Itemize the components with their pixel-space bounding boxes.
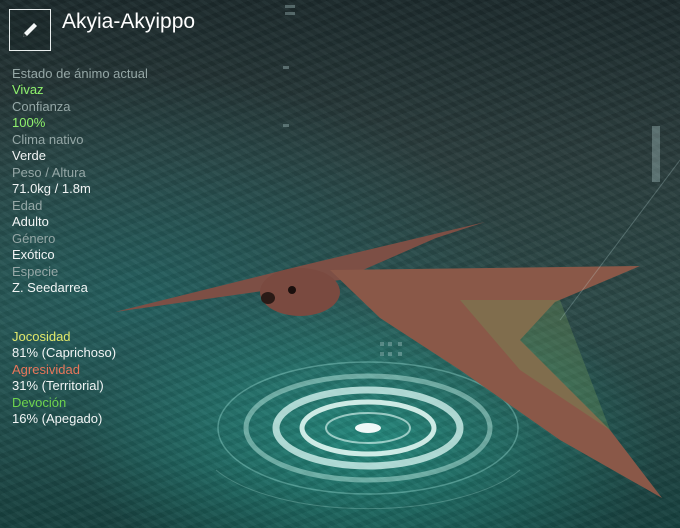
- stat-value: Exótico: [12, 246, 55, 262]
- trait-value: 31% (Territorial): [12, 377, 104, 393]
- edit-name-button[interactable]: [9, 9, 51, 51]
- stat-value: Adulto: [12, 213, 49, 229]
- stat-value: Vivaz: [12, 81, 44, 97]
- stat-mood: Estado de ánimo actual Vivaz: [12, 66, 272, 97]
- stat-value: 71.0kg / 1.8m: [12, 180, 91, 196]
- stat-label: Especie: [12, 264, 59, 279]
- stat-age: Edad Adulto: [12, 198, 272, 229]
- stat-label: Estado de ánimo actual: [12, 66, 148, 81]
- stat-label: Peso / Altura: [12, 165, 86, 180]
- pencil-icon: [23, 23, 37, 37]
- trait-label: Agresividad: [12, 362, 80, 377]
- stat-climate: Clima nativo Verde: [12, 132, 272, 163]
- hud-line: [559, 159, 680, 321]
- stat-label: Confianza: [12, 99, 71, 114]
- stat-value: Z. Seedarrea: [12, 279, 88, 295]
- traits-list: Jocosidad 81% (Caprichoso) Agresividad 3…: [12, 329, 272, 428]
- trait-playfulness: Jocosidad 81% (Caprichoso): [12, 329, 272, 360]
- trait-devotion: Devoción 16% (Apegado): [12, 395, 272, 426]
- trait-value: 81% (Caprichoso): [12, 344, 117, 360]
- stat-trust: Confianza 100%: [12, 99, 272, 130]
- stat-gender: Género Exótico: [12, 231, 272, 262]
- stat-label: Género: [12, 231, 56, 246]
- pal-header: Akyia-Akyippo: [9, 9, 195, 51]
- stat-label: Clima nativo: [12, 132, 84, 147]
- stat-value: Verde: [12, 147, 46, 163]
- stats-list: Estado de ánimo actual Vivaz Confianza 1…: [12, 66, 272, 297]
- stat-weight-height: Peso / Altura 71.0kg / 1.8m: [12, 165, 272, 196]
- stat-value: 100%: [12, 114, 46, 130]
- trait-value: 16% (Apegado): [12, 410, 103, 426]
- trait-label: Devoción: [12, 395, 67, 410]
- stat-species: Especie Z. Seedarrea: [12, 264, 272, 295]
- stat-label: Edad: [12, 198, 43, 213]
- pal-name: Akyia-Akyippo: [62, 10, 196, 33]
- trait-aggressiveness: Agresividad 31% (Territorial): [12, 362, 272, 393]
- trait-label: Jocosidad: [12, 329, 71, 344]
